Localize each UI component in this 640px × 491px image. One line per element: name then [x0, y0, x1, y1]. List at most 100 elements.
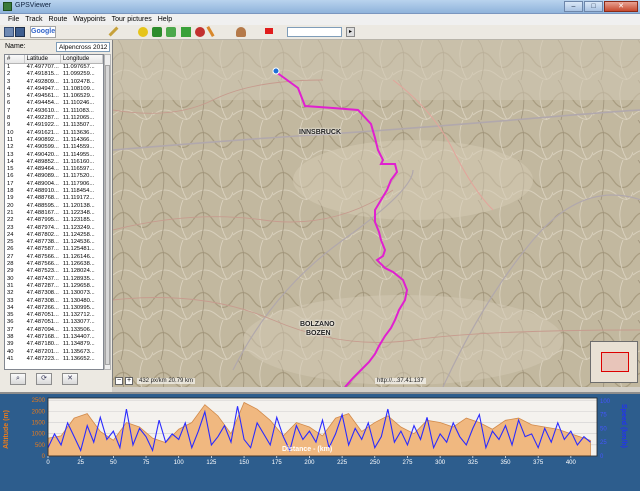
table-row[interactable]: 19 47.488768... 11.119172... — [5, 195, 103, 202]
table-row[interactable]: 4 47.494947... 11.108109... — [5, 86, 103, 93]
table-scrollbar[interactable] — [104, 54, 111, 370]
table-row[interactable]: 2 47.491815... 11.099259... — [5, 71, 103, 78]
map-view[interactable]: INNSBRUCK BOLZANO BOZEN − + 432 px/km 20… — [112, 40, 640, 387]
cell-index: 35 — [7, 312, 14, 319]
table-row[interactable]: 26 47.487587... 11.125481... — [5, 246, 103, 253]
table-row[interactable]: 11 47.490892... 11.114366... — [5, 137, 103, 144]
trackpoint-table[interactable]: # Latitude Longitude 1 47.497707... 11.097… — [4, 54, 104, 370]
table-row[interactable]: 30 47.487437... 11.128935... — [5, 276, 103, 283]
table-row[interactable]: 32 47.487308... 11.130073... — [5, 290, 103, 297]
table-row[interactable]: 40 47.487201... 11.135673... — [5, 349, 103, 356]
table-row[interactable]: 3 47.492809... 11.102478... — [5, 79, 103, 86]
track-name-input[interactable] — [56, 42, 110, 52]
search-input[interactable] — [287, 27, 342, 37]
table-row[interactable]: 5 47.494561... 11.106529... — [5, 93, 103, 100]
cell-index: 16 — [7, 173, 14, 180]
profile-chart[interactable]: 0 25 50 75 100 125 150 175 200 225 250 275 300 325 350… — [0, 392, 640, 491]
cell-latitude: 47.491815... — [26, 71, 59, 78]
google-button[interactable]: Google — [30, 26, 56, 38]
cell-index: 10 — [7, 129, 14, 136]
person-icon[interactable] — [236, 27, 246, 37]
minimize-button[interactable]: – — [564, 1, 583, 12]
map-canvas[interactable] — [113, 40, 640, 387]
route-start-icon[interactable] — [138, 27, 148, 37]
zoom-in-button[interactable]: + — [125, 377, 133, 385]
overview-viewport[interactable] — [601, 352, 629, 372]
menu-tour-pictures[interactable]: Tour pictures — [109, 14, 155, 25]
magnifier-icon[interactable]: ⌕ — [10, 373, 26, 385]
table-row[interactable]: 37 47.487094... 11.133506... — [5, 327, 103, 334]
cell-index: 31 — [7, 282, 14, 289]
table-row[interactable]: 18 47.488910... 11.118454... — [5, 188, 103, 195]
cell-longitude: 11.134407... — [62, 333, 95, 340]
table-row[interactable]: 25 47.487738... 11.124536... — [5, 239, 103, 246]
scrollbar-thumb[interactable] — [105, 65, 110, 365]
menu-waypoints[interactable]: Waypoints — [70, 14, 108, 25]
table-row[interactable]: 28 47.487566... 11.126638... — [5, 261, 103, 268]
table-row[interactable]: 41 47.487223... 11.136652... — [5, 356, 103, 363]
table-row[interactable]: 15 47.489464... 11.116597... — [5, 166, 103, 173]
close-button[interactable]: ✕ — [604, 1, 638, 12]
maximize-button[interactable]: □ — [584, 1, 603, 12]
table-row[interactable]: 17 47.489004... 11.117906... — [5, 181, 103, 188]
cell-index: 12 — [7, 144, 14, 151]
column-header-longitude[interactable]: Longitude — [61, 55, 103, 63]
cell-latitude: 47.487308... — [26, 290, 59, 297]
cell-index: 3 — [7, 78, 11, 85]
search-go-button[interactable]: ▸ — [346, 27, 355, 37]
x-tick-label: 125 — [206, 460, 217, 466]
cell-longitude: 11.102478... — [62, 78, 95, 85]
save-icon[interactable] — [15, 27, 25, 37]
table-row[interactable]: 13 47.490420... 11.114955... — [5, 152, 103, 159]
table-row[interactable]: 22 47.487995... 11.123185... — [5, 217, 103, 224]
route-grid-icon[interactable] — [181, 27, 191, 37]
table-row[interactable]: 9 47.491922... 11.113507... — [5, 122, 103, 129]
overview-map[interactable] — [590, 341, 638, 383]
flag-icon[interactable] — [265, 28, 273, 34]
table-row[interactable]: 21 47.488167... 11.122348... — [5, 210, 103, 217]
table-row[interactable]: 34 47.487266... 11.130995... — [5, 305, 103, 312]
x-tick-label: 50 — [110, 460, 117, 466]
zoom-out-button[interactable]: − — [115, 377, 123, 385]
table-row[interactable]: 1 47.497707... 11.097657... — [5, 64, 103, 71]
table-row[interactable]: 31 47.487287... 11.129658... — [5, 283, 103, 290]
table-row[interactable]: 6 47.494454... 11.110246... — [5, 100, 103, 107]
table-row[interactable]: 39 47.487180... 11.134879... — [5, 341, 103, 348]
menu-help[interactable]: Help — [155, 14, 175, 25]
table-row[interactable]: 23 47.487974... 11.123249... — [5, 225, 103, 232]
table-row[interactable]: 33 47.487308... 11.130480... — [5, 298, 103, 305]
menu-route[interactable]: Route — [46, 14, 71, 25]
table-row[interactable]: 38 47.487168... 11.134407... — [5, 334, 103, 341]
scissors-icon[interactable] — [195, 27, 205, 37]
table-row[interactable]: 8 47.492287... 11.112065... — [5, 115, 103, 122]
cell-index: 30 — [7, 275, 14, 282]
column-header-latitude[interactable]: Latitude — [25, 55, 61, 63]
refresh-icon[interactable]: ⟳ — [36, 373, 52, 385]
table-row[interactable]: 36 47.487051... 11.133077... — [5, 319, 103, 326]
y-tick-label-left: 2500 — [32, 398, 46, 404]
table-row[interactable]: 14 47.489852... 11.116160... — [5, 159, 103, 166]
table-row[interactable]: 35 47.487051... 11.132712... — [5, 312, 103, 319]
column-header-index[interactable]: # — [5, 55, 25, 63]
cell-latitude: 47.488910... — [26, 188, 59, 195]
table-row[interactable]: 24 47.487802... 11.124258... — [5, 232, 103, 239]
menu-file[interactable]: File — [5, 14, 22, 25]
delete-icon[interactable]: ✕ — [62, 373, 78, 385]
menu-track[interactable]: Track — [22, 14, 45, 25]
route-link-icon[interactable] — [152, 27, 162, 37]
table-row[interactable]: 7 47.493610... 11.111083... — [5, 108, 103, 115]
map-label-bozen: BOZEN — [306, 330, 331, 337]
edit-pen-icon[interactable] — [108, 26, 119, 37]
table-row[interactable]: 27 47.487566... 11.126146... — [5, 254, 103, 261]
cell-index: 6 — [7, 100, 11, 107]
table-row[interactable]: 20 47.488595... 11.120138... — [5, 203, 103, 210]
table-row[interactable]: 10 47.491621... 11.113636... — [5, 130, 103, 137]
x-tick-label: 75 — [143, 460, 150, 466]
table-row[interactable]: 29 47.487523... 11.128024... — [5, 268, 103, 275]
open-file-icon[interactable] — [4, 27, 14, 37]
magic-wand-icon[interactable] — [206, 25, 215, 38]
table-row[interactable]: 12 47.490599... 11.114559... — [5, 144, 103, 151]
table-row[interactable]: 16 47.489089... 11.117520... — [5, 173, 103, 180]
cell-latitude: 47.489464... — [26, 166, 59, 173]
route-arrow-icon[interactable] — [166, 27, 176, 37]
